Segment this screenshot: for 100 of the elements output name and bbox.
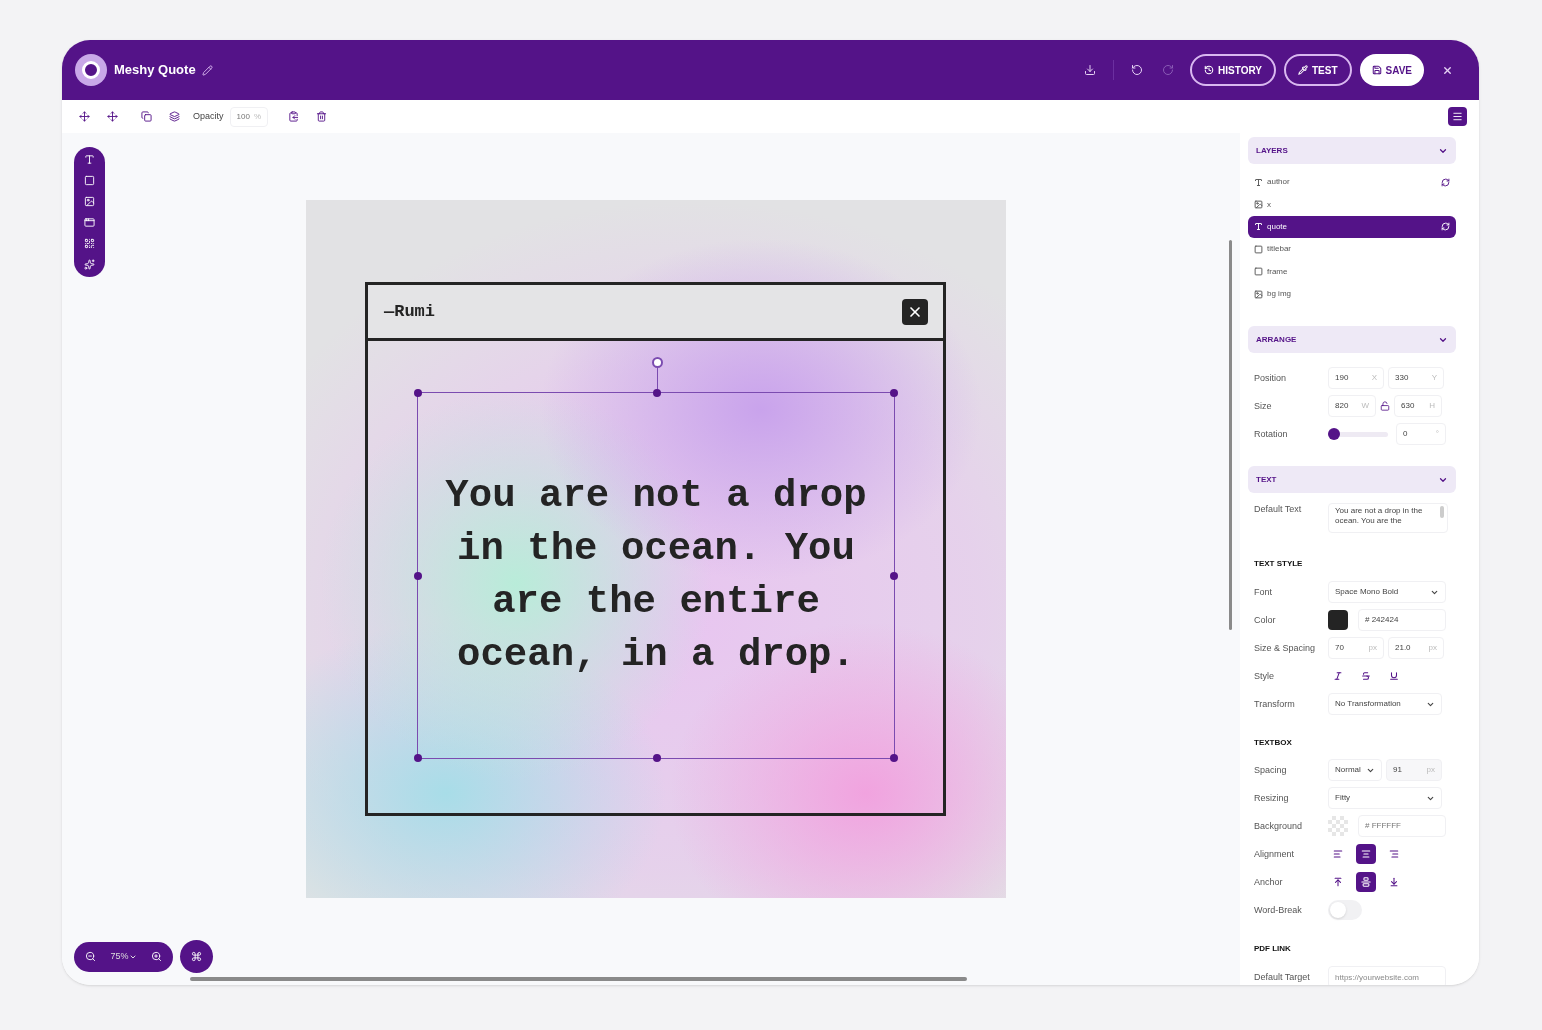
resize-handle[interactable] [890,754,898,762]
clipboard-icon[interactable] [288,111,299,122]
menu-button[interactable] [1448,107,1467,126]
field-label: Color [1254,613,1277,627]
spacing-select[interactable]: Normal [1328,759,1382,782]
middle-icon [1361,877,1371,888]
edit-icon[interactable] [201,64,213,76]
zoom-value[interactable]: 75% [110,949,137,964]
resize-handle[interactable] [653,754,661,762]
font-select[interactable]: Space Mono Bold [1328,581,1446,604]
layer-item[interactable]: frame [1248,260,1456,283]
refresh-icon[interactable] [1441,222,1450,232]
field-unit: W [1361,400,1369,413]
center-option-button[interactable] [1356,844,1376,865]
section-header[interactable]: TEXT [1248,466,1456,494]
opacity-label: Opacity [193,109,224,123]
field-label: Spacing [1254,763,1288,777]
field-unit: X [1371,372,1377,385]
middle-option-button[interactable] [1356,872,1376,893]
text-tool-icon[interactable] [84,154,95,165]
section-title: TEXT STYLE [1254,558,1304,571]
default-target-input[interactable]: https://yourwebsite.com [1328,966,1446,985]
download-icon[interactable] [1084,64,1097,76]
logo-icon [75,54,107,86]
move-icon[interactable] [107,111,118,122]
save-icon [1371,65,1382,75]
field-unit: H [1429,400,1435,413]
section-title: TEXTBOX [1254,737,1293,750]
slider-thumb[interactable] [1328,427,1340,440]
vertical-scrollbar[interactable] [1229,240,1232,630]
word-break-switch[interactable] [1328,900,1362,921]
layer-item[interactable]: bg img [1248,282,1456,306]
section-title: ARRANGE [1256,333,1297,346]
history-button[interactable]: HISTORY [1190,54,1276,86]
save-button[interactable]: SAVE [1359,54,1424,86]
square-tool-icon[interactable] [84,175,95,186]
opacity-field[interactable]: 100 % [229,106,268,127]
resize-handle[interactable] [414,389,422,397]
layer-item[interactable]: quote [1248,215,1456,239]
zoom-out-icon[interactable] [85,951,96,962]
resize-handle[interactable] [414,754,422,762]
color-field[interactable]: # 242424 [1358,609,1446,632]
layer-item[interactable]: x [1248,193,1456,216]
field-value: 330 [1395,372,1409,385]
layer-name: quote [1267,220,1289,233]
undo-icon[interactable] [1131,64,1144,76]
image-layer-icon [1254,200,1263,210]
app-title: Meshy Quote [114,61,196,80]
qr-code-icon[interactable] [84,238,95,249]
horizontal-scrollbar[interactable] [190,977,967,981]
rotation-slider[interactable] [1328,431,1388,437]
unlock-icon[interactable] [1380,401,1390,412]
field-value: You are not a drop in the ocean. You are the [1335,506,1424,527]
field-label: Style [1254,669,1275,683]
position-x-field[interactable]: 190 X [1328,367,1384,390]
sparkles-icon[interactable] [84,259,95,270]
copy-icon[interactable] [141,111,152,122]
close-button[interactable] [902,298,928,325]
field-label: Anchor [1254,875,1284,889]
underline-icon [1389,671,1399,682]
test-button[interactable]: TEST [1283,54,1352,86]
field-value: 630 [1401,400,1415,413]
italic-icon [1333,671,1343,682]
color-swatch[interactable] [1328,610,1348,631]
background-color-field[interactable]: # FFFFFF [1358,815,1446,838]
field-label: Default Text [1254,503,1303,517]
layers-icon[interactable] [169,111,180,122]
rotate-handle[interactable] [651,357,663,389]
layer-item[interactable]: author [1248,171,1456,194]
zoom-in-icon[interactable] [151,951,162,962]
resize-handle[interactable] [890,572,898,580]
position-y-field[interactable]: 330 Y [1388,367,1444,390]
move-icon[interactable] [79,111,90,122]
default-text-field[interactable]: You are not a drop in the ocean. You are the [1328,503,1448,534]
height-field[interactable]: 630 H [1394,395,1442,418]
resizing-select[interactable]: Fitty [1328,787,1442,810]
select-value: Normal [1335,764,1361,777]
resize-handle[interactable] [890,389,898,397]
text-layer-icon [1254,177,1263,187]
select-value: Space Mono Bold [1335,586,1399,599]
field-label: Alignment [1254,847,1296,861]
center-icon [1361,849,1371,860]
layer-item[interactable]: titlebar [1248,238,1456,261]
trash-icon[interactable] [316,111,327,122]
resize-handle[interactable] [414,572,422,580]
refresh-icon[interactable] [1441,177,1450,187]
rotation-field[interactable]: 0 ° [1396,423,1446,446]
section-header[interactable]: LAYERS [1248,137,1456,164]
transform-select[interactable]: No Transformation [1328,693,1442,716]
command-icon [191,951,202,962]
width-field[interactable]: 820 W [1328,395,1376,418]
resize-handle[interactable] [653,389,661,397]
field-label: Font [1254,585,1273,599]
section-header[interactable]: ARRANGE [1248,326,1456,354]
window-tool-icon[interactable] [84,217,95,228]
image-tool-icon[interactable] [84,196,95,207]
layer-name: bg img [1267,288,1292,301]
close-icon[interactable] [1442,64,1453,76]
menu-icon [1452,111,1463,122]
fit-button[interactable] [180,940,213,973]
